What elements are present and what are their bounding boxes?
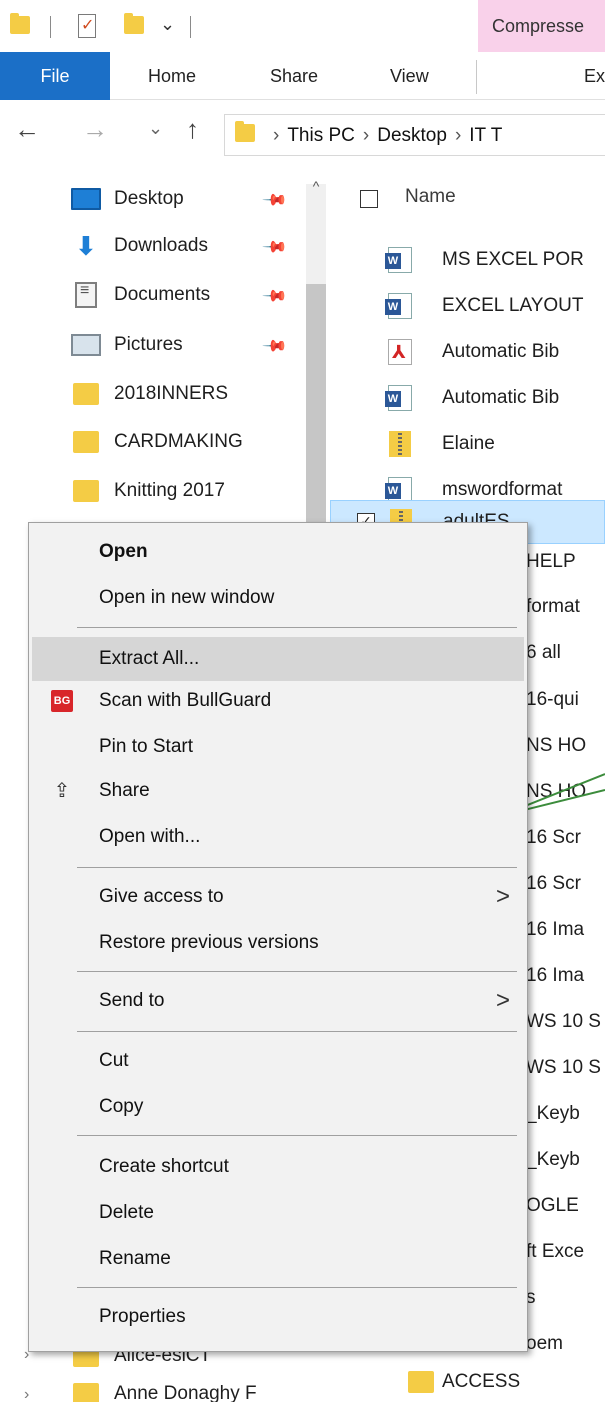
folder-icon[interactable]	[10, 13, 30, 34]
menu-send-to[interactable]: Send to >	[32, 979, 524, 1023]
menu-separator	[77, 867, 517, 868]
menu-open-with[interactable]: Open with...	[32, 815, 524, 859]
file-row[interactable]: ACCESS	[330, 1360, 605, 1402]
menu-separator	[77, 1135, 517, 1136]
nav-item-downloads[interactable]: ⬇ Downloads	[70, 224, 208, 268]
menu-rename[interactable]: Rename	[32, 1237, 524, 1281]
back-arrow-icon[interactable]: ←	[14, 114, 40, 145]
file-row[interactable]: MS EXCEL POR	[330, 238, 605, 282]
folder-icon	[70, 381, 102, 407]
new-folder-icon[interactable]	[124, 13, 144, 34]
menu-open[interactable]: Open	[32, 530, 524, 574]
expand-chevron-icon[interactable]: ›	[24, 1386, 29, 1402]
breadcrumb: › This PC › Desktop › IT T	[273, 125, 503, 146]
file-row[interactable]: Automatic Bib	[330, 330, 605, 374]
pin-icon[interactable]: 📌	[261, 233, 289, 261]
pictures-icon	[70, 332, 102, 358]
menu-create-shortcut[interactable]: Create shortcut	[32, 1145, 524, 1189]
menu-restore-versions[interactable]: Restore previous versions	[32, 921, 524, 965]
word-document-icon	[385, 385, 412, 411]
toolbar-divider	[190, 16, 191, 38]
folder-icon	[408, 1369, 432, 1395]
toolbar-divider	[50, 16, 51, 38]
word-document-icon	[385, 247, 412, 273]
folder-icon	[235, 121, 255, 142]
menu-give-access[interactable]: Give access to >	[32, 875, 524, 919]
menu-open-new-window[interactable]: Open in new window	[32, 576, 524, 620]
forward-arrow-icon[interactable]: →	[82, 114, 108, 145]
scroll-up-icon[interactable]: ^	[306, 178, 326, 194]
tab-divider	[476, 60, 477, 94]
menu-scan-bullguard[interactable]: BG Scan with BullGuard	[32, 679, 524, 723]
nav-item-pictures[interactable]: Pictures	[70, 323, 183, 367]
desktop-icon	[70, 186, 102, 212]
pin-icon[interactable]: 📌	[261, 332, 289, 360]
breadcrumb-it-folder[interactable]: IT T	[469, 125, 502, 146]
menu-cut[interactable]: Cut	[32, 1039, 524, 1083]
menu-properties[interactable]: Properties	[32, 1295, 524, 1339]
column-header-name[interactable]: Name	[405, 186, 456, 208]
nav-item-cardmaking[interactable]: CARDMAKING	[70, 420, 243, 464]
bullguard-icon: BG	[50, 689, 74, 713]
tab-extract[interactable]: Ex	[584, 52, 605, 100]
folder-icon	[70, 478, 102, 504]
nav-item-desktop[interactable]: Desktop	[70, 177, 184, 221]
nav-item-anne[interactable]: Anne Donaghy F	[70, 1372, 257, 1402]
tab-file[interactable]: File	[0, 52, 110, 100]
menu-separator	[77, 627, 517, 628]
tab-view[interactable]: View	[390, 52, 429, 100]
menu-separator	[77, 971, 517, 972]
menu-share[interactable]: ⇪ Share	[32, 769, 524, 813]
customize-dropdown-icon[interactable]: ⌄	[160, 14, 175, 35]
menu-separator	[77, 1031, 517, 1032]
address-bar[interactable]: › This PC › Desktop › IT T	[224, 114, 605, 156]
nav-item-knitting-2017[interactable]: Knitting 2017	[70, 469, 225, 513]
contextual-tab-header: Compresse	[478, 0, 605, 52]
menu-copy[interactable]: Copy	[32, 1085, 524, 1129]
pin-icon[interactable]: 📌	[261, 282, 289, 310]
folder-icon	[70, 1381, 102, 1402]
breadcrumb-this-pc[interactable]: This PC	[287, 125, 355, 146]
file-row[interactable]: EXCEL LAYOUT	[330, 284, 605, 328]
tab-home[interactable]: Home	[148, 52, 196, 100]
file-row[interactable]: Automatic Bib	[330, 376, 605, 420]
menu-extract-all[interactable]: Extract All...	[32, 637, 524, 681]
share-icon: ⇪	[53, 780, 71, 802]
menu-separator	[77, 1287, 517, 1288]
submenu-arrow-icon: >	[495, 987, 510, 1014]
quick-access-toolbar: ⌄ Compresse	[0, 0, 605, 56]
pdf-icon	[388, 339, 412, 365]
folder-icon	[70, 429, 102, 455]
ribbon-tabs: File Home Share View Ex	[0, 52, 605, 100]
pin-icon[interactable]: 📌	[261, 186, 289, 214]
submenu-arrow-icon: >	[495, 883, 510, 910]
downloads-icon: ⬇	[75, 230, 97, 261]
zip-folder-icon	[388, 431, 412, 457]
file-row[interactable]: Elaine	[330, 422, 605, 466]
tab-share[interactable]: Share	[270, 52, 318, 100]
up-arrow-icon[interactable]: ↑	[186, 114, 199, 145]
address-bar-row: ← → ⌄ ↑ › This PC › Desktop › IT T	[0, 100, 605, 164]
nav-item-documents[interactable]: Documents	[70, 273, 210, 317]
select-all-checkbox[interactable]	[360, 190, 378, 208]
menu-delete[interactable]: Delete	[32, 1191, 524, 1235]
recent-locations-icon[interactable]: ⌄	[148, 118, 163, 139]
word-document-icon	[385, 293, 412, 319]
breadcrumb-desktop[interactable]: Desktop	[377, 125, 447, 146]
context-menu: Open Open in new window Extract All... B…	[28, 522, 528, 1352]
nav-item-2018inners[interactable]: 2018INNERS	[70, 372, 228, 416]
menu-pin-to-start[interactable]: Pin to Start	[32, 725, 524, 769]
documents-icon	[70, 282, 102, 308]
properties-icon[interactable]	[78, 14, 96, 38]
nav-scrollbar-thumb[interactable]	[306, 284, 326, 524]
